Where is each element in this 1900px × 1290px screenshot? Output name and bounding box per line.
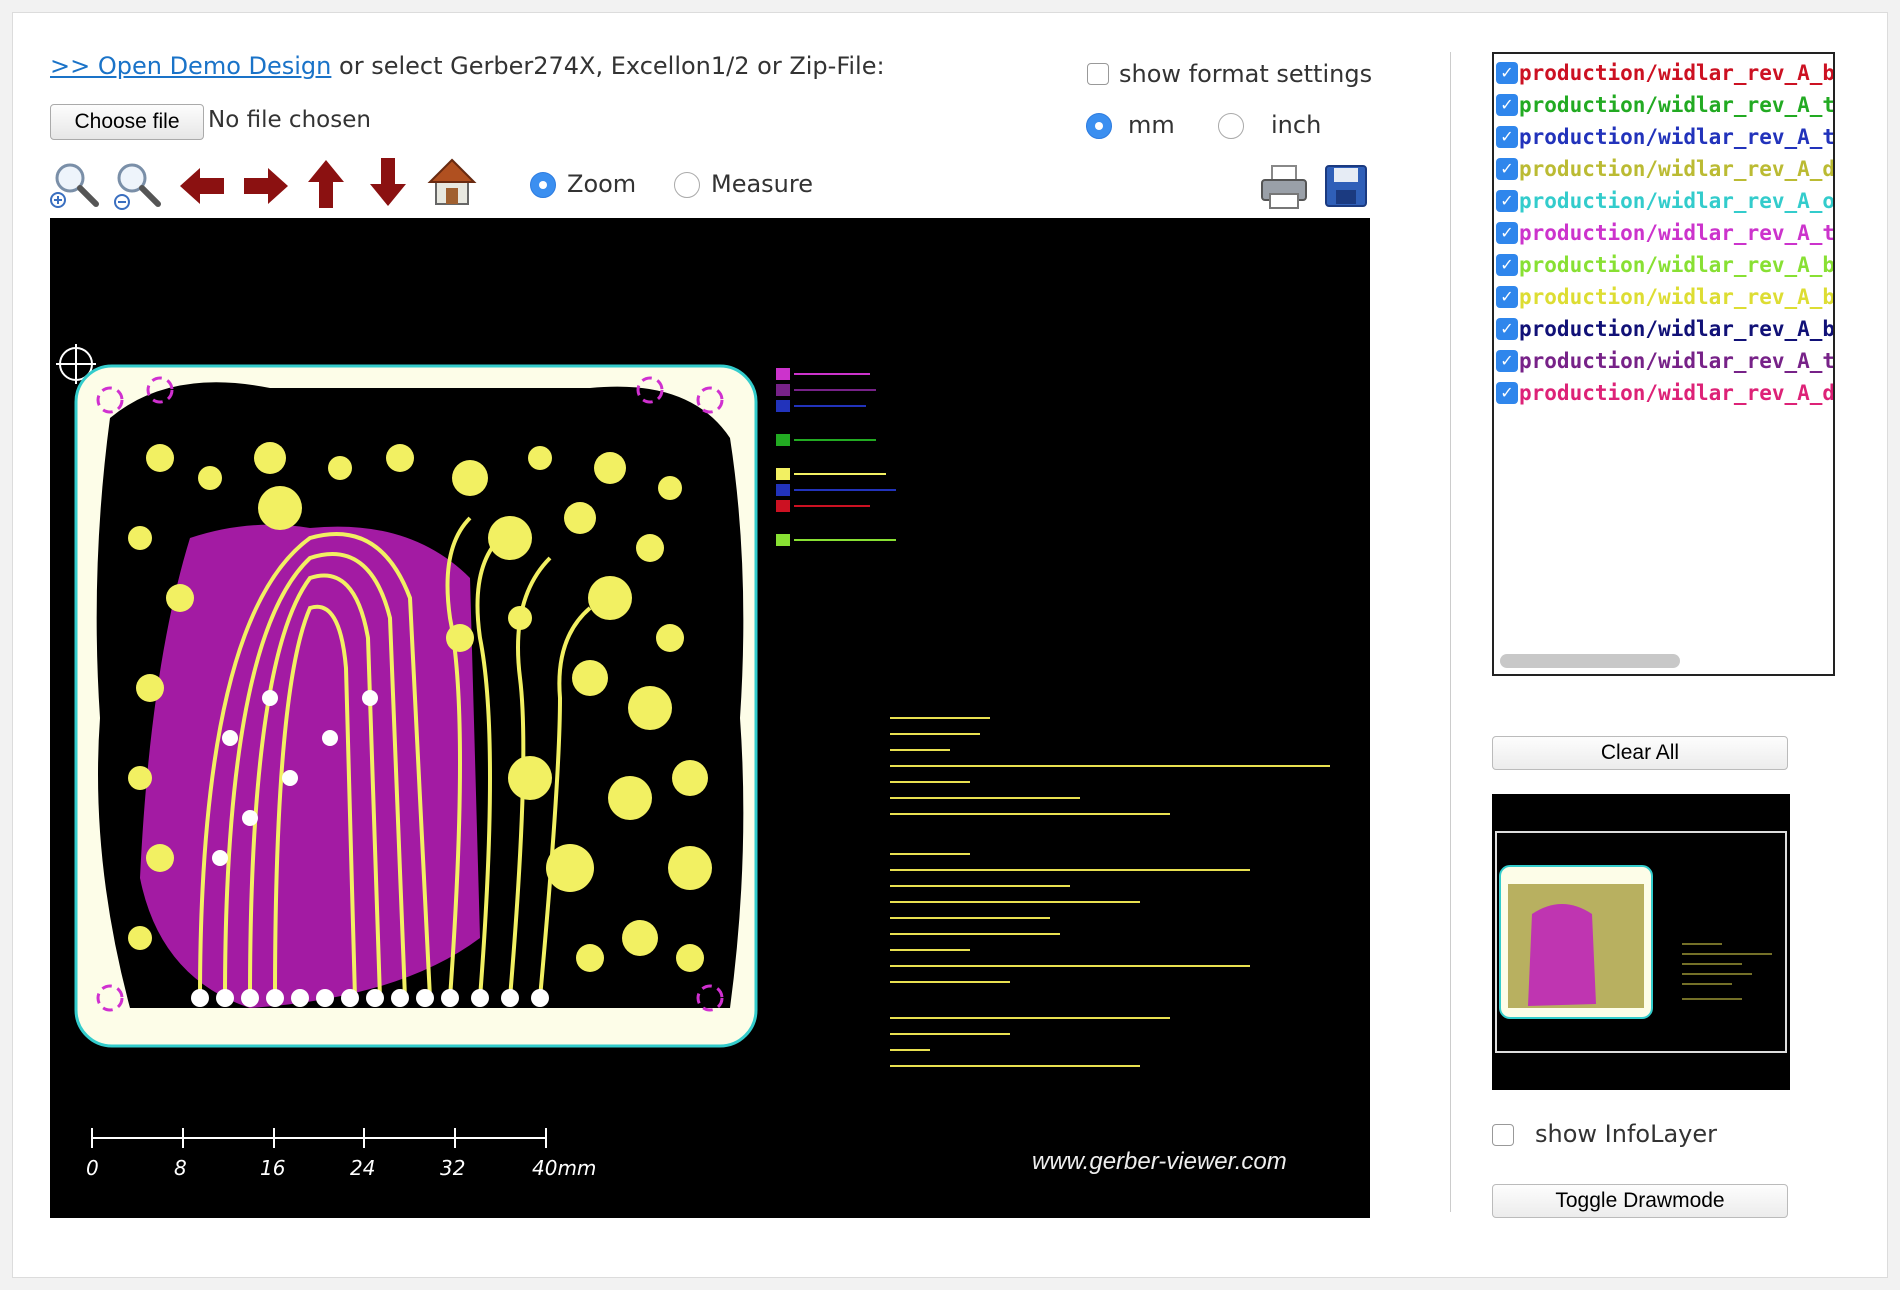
layer-label: production/widlar_rev_A_bo xyxy=(1519,285,1835,309)
mode-measure-label: Measure xyxy=(711,170,813,198)
open-demo-design-link[interactable]: >> Open Demo Design xyxy=(50,52,331,80)
unit-mm-radio[interactable] xyxy=(1086,113,1112,139)
column-divider xyxy=(1450,52,1451,1212)
mode-zoom-radio[interactable] xyxy=(530,172,556,198)
home-icon[interactable] xyxy=(426,156,478,208)
layer-item[interactable]: ✓ production/widlar_rev_A_dr xyxy=(1496,378,1835,408)
layer-checkbox[interactable]: ✓ xyxy=(1496,318,1518,340)
unit-inch-radio[interactable] xyxy=(1218,113,1244,139)
layer-item[interactable]: ✓ production/widlar_rev_A_to xyxy=(1496,346,1835,376)
layer-label: production/widlar_rev_A_dr xyxy=(1519,381,1835,405)
layer-checkbox[interactable]: ✓ xyxy=(1496,286,1518,308)
layer-label: production/widlar_rev_A_ou xyxy=(1519,189,1835,213)
pcb-render xyxy=(56,344,1330,1148)
layer-item[interactable]: ✓ production/widlar_rev_A_bo xyxy=(1496,282,1835,312)
arrow-up-icon[interactable] xyxy=(300,158,352,210)
print-icon[interactable] xyxy=(1258,162,1310,212)
layer-checkbox[interactable]: ✓ xyxy=(1496,62,1518,84)
show-infolayer-label: show InfoLayer xyxy=(1535,1120,1717,1148)
save-icon[interactable] xyxy=(1322,162,1370,210)
layer-item[interactable]: ✓ production/widlar_rev_A_bo xyxy=(1496,58,1835,88)
layer-item[interactable]: ✓ production/widlar_rev_A_to xyxy=(1496,90,1835,120)
show-format-settings-checkbox[interactable] xyxy=(1087,63,1109,85)
layer-label: production/widlar_rev_A_bo xyxy=(1519,317,1835,341)
layer-item[interactable]: ✓ production/widlar_rev_A_bo xyxy=(1496,250,1835,280)
scale-label-32: 32 xyxy=(440,1156,466,1180)
layer-label: production/widlar_rev_A_bo xyxy=(1519,253,1835,277)
layer-list[interactable]: ✓ production/widlar_rev_A_bo ✓ production/… xyxy=(1492,52,1835,676)
layer-checkbox[interactable]: ✓ xyxy=(1496,382,1518,404)
no-file-chosen-label: No file chosen xyxy=(208,107,371,133)
gerber-canvas[interactable]: 0 8 16 24 32 40mm www.gerber-viewer.com xyxy=(50,218,1370,1218)
layer-label: production/widlar_rev_A_to xyxy=(1519,125,1835,149)
layer-item[interactable]: ✓ production/widlar_rev_A_to xyxy=(1496,122,1835,152)
layer-item[interactable]: ✓ production/widlar_rev_A_dr xyxy=(1496,154,1835,184)
select-file-text: or select Gerber274X, Excellon1/2 or Zip… xyxy=(331,52,885,80)
layer-checkbox[interactable]: ✓ xyxy=(1496,94,1518,116)
layer-checkbox[interactable]: ✓ xyxy=(1496,126,1518,148)
toggle-drawmode-button[interactable]: Toggle Drawmode xyxy=(1492,1184,1788,1218)
layer-list-scrollbar[interactable] xyxy=(1500,654,1680,668)
scale-label-24: 24 xyxy=(350,1156,376,1180)
overview-thumbnail[interactable] xyxy=(1492,794,1790,1090)
layer-label: production/widlar_rev_A_to xyxy=(1519,93,1835,117)
choose-file-button[interactable]: Choose file xyxy=(50,104,204,140)
layer-label: production/widlar_rev_A_to xyxy=(1519,349,1835,373)
layer-checkbox[interactable]: ✓ xyxy=(1496,158,1518,180)
zoom-out-icon[interactable] xyxy=(112,160,164,212)
clear-all-button[interactable]: Clear All xyxy=(1492,736,1788,770)
layer-checkbox[interactable]: ✓ xyxy=(1496,254,1518,276)
show-format-settings-label: show format settings xyxy=(1119,60,1373,88)
layer-legend xyxy=(776,368,896,546)
layer-checkbox[interactable]: ✓ xyxy=(1496,222,1518,244)
file-select-line: >> Open Demo Design or select Gerber274X… xyxy=(50,52,885,80)
scale-label-0: 0 xyxy=(86,1156,99,1180)
scale-label-8: 8 xyxy=(174,1156,187,1180)
layer-label: production/widlar_rev_A_bo xyxy=(1519,61,1835,85)
zoom-in-icon[interactable] xyxy=(50,160,102,212)
unit-mm-label: mm xyxy=(1128,111,1175,139)
layer-item[interactable]: ✓ production/widlar_rev_A_ou xyxy=(1496,186,1835,216)
scale-label-16: 16 xyxy=(260,1156,286,1180)
scale-bar xyxy=(91,1128,547,1148)
scale-label-40mm: 40mm xyxy=(532,1156,597,1180)
watermark: www.gerber-viewer.com xyxy=(1032,1148,1287,1175)
layer-label: production/widlar_rev_A_to xyxy=(1519,221,1835,245)
layer-checkbox[interactable]: ✓ xyxy=(1496,350,1518,372)
layer-item[interactable]: ✓ production/widlar_rev_A_to xyxy=(1496,218,1835,248)
unit-inch-label: inch xyxy=(1271,111,1322,139)
board-details-text xyxy=(890,717,1330,1067)
layer-item[interactable]: ✓ production/widlar_rev_A_bo xyxy=(1496,314,1835,344)
show-infolayer-checkbox[interactable] xyxy=(1492,1124,1514,1146)
arrow-right-icon[interactable] xyxy=(240,160,292,212)
arrow-down-icon[interactable] xyxy=(362,156,414,208)
mode-measure-radio[interactable] xyxy=(674,172,700,198)
mode-zoom-label: Zoom xyxy=(567,170,637,198)
arrow-left-icon[interactable] xyxy=(176,160,228,212)
layer-label: production/widlar_rev_A_dr xyxy=(1519,157,1835,181)
layer-checkbox[interactable]: ✓ xyxy=(1496,190,1518,212)
